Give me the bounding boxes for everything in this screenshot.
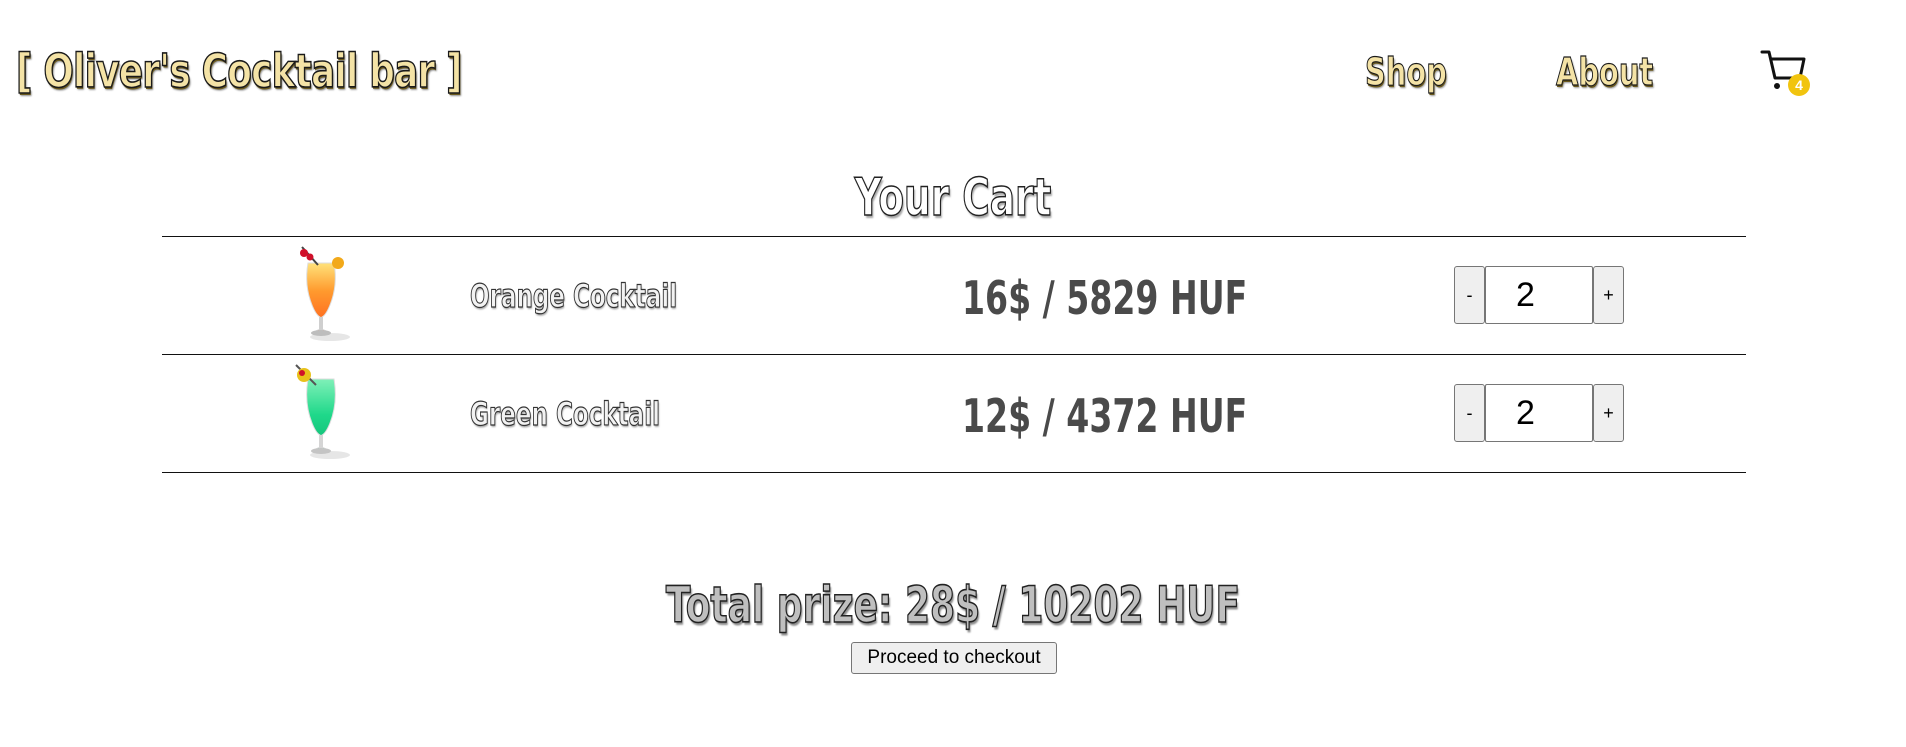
cart-row: Green Cocktail 12$ / 4372 HUF - + [162, 354, 1746, 473]
cart-total: Total prize: 28$ / 10202 HUF [665, 575, 1241, 635]
quantity-input[interactable] [1485, 266, 1593, 324]
quantity-stepper: - + [1454, 384, 1624, 442]
quantity-stepper: - + [1454, 266, 1624, 324]
green-cocktail-image [295, 364, 350, 459]
page: [ Oliver's Cocktail bar ] Shop About 4 Y… [0, 0, 1906, 747]
increase-quantity-button[interactable]: + [1593, 266, 1624, 324]
item-name: Orange Cocktail [470, 276, 678, 315]
item-price: 16$ / 5829 HUF [962, 271, 1248, 325]
increase-quantity-button[interactable]: + [1593, 384, 1624, 442]
nav-link-about[interactable]: About [1556, 49, 1654, 94]
cart-table: Orange Cocktail 16$ / 5829 HUF - + [162, 236, 1746, 473]
nav-link-shop[interactable]: Shop [1365, 49, 1448, 94]
checkout-button[interactable]: Proceed to checkout [851, 642, 1057, 674]
decrease-quantity-button[interactable]: - [1454, 384, 1485, 442]
item-name: Green Cocktail [470, 394, 661, 433]
quantity-input[interactable] [1485, 384, 1593, 442]
orange-cocktail-image [300, 246, 350, 341]
item-price: 12$ / 4372 HUF [962, 389, 1248, 443]
cart-button[interactable]: 4 [1760, 48, 1812, 98]
site-logo-title[interactable]: [ Oliver's Cocktail bar ] [15, 43, 463, 99]
decrease-quantity-button[interactable]: - [1454, 266, 1485, 324]
cart-row: Orange Cocktail 16$ / 5829 HUF - + [162, 236, 1746, 354]
cart-count-badge: 4 [1788, 74, 1810, 96]
page-title: Your Cart [854, 167, 1052, 229]
